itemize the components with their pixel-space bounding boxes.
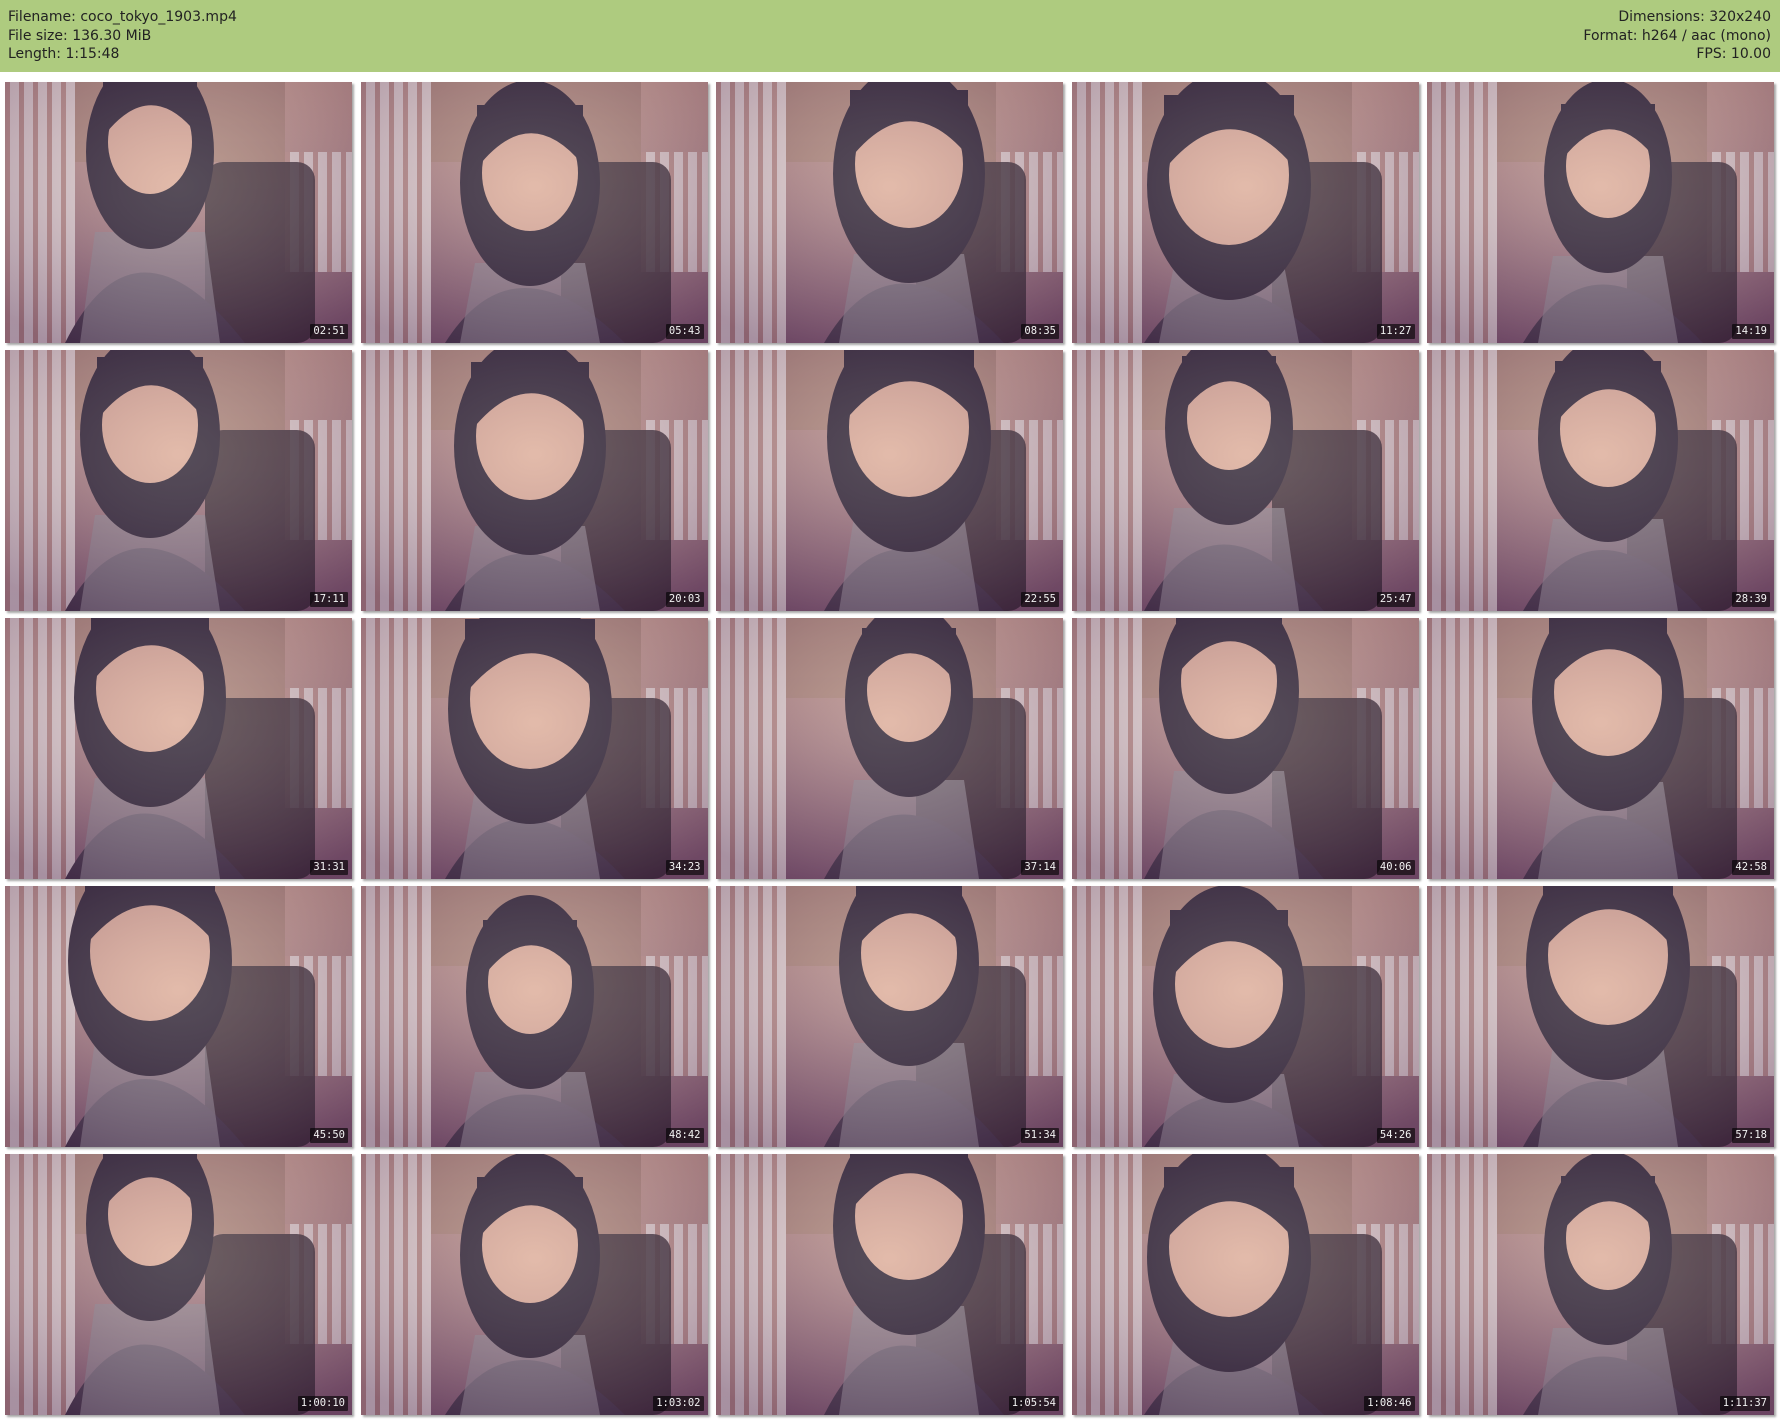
timestamp-label: 42:58 bbox=[1732, 860, 1770, 875]
timestamp-label: 02:51 bbox=[310, 324, 348, 339]
frame-image bbox=[1071, 618, 1419, 879]
video-thumbnail[interactable]: 51:34 bbox=[716, 886, 1063, 1147]
timestamp-label: 28:39 bbox=[1732, 592, 1770, 607]
timestamp-label: 51:34 bbox=[1021, 1128, 1059, 1143]
filename-value: coco_tokyo_1903.mp4 bbox=[80, 9, 237, 25]
video-thumbnail[interactable]: 48:42 bbox=[360, 886, 708, 1147]
timestamp-label: 14:19 bbox=[1732, 324, 1770, 339]
timestamp-label: 1:11:37 bbox=[1719, 1396, 1770, 1411]
frame-image bbox=[716, 618, 1063, 879]
video-thumbnail[interactable]: 42:58 bbox=[1427, 618, 1774, 879]
length-value: 1:15:48 bbox=[65, 46, 120, 63]
frame-image bbox=[1071, 1154, 1419, 1415]
video-thumbnail[interactable]: 22:55 bbox=[716, 350, 1063, 611]
filename-row: Filename: coco_tokyo_1903.mp4 bbox=[8, 9, 237, 25]
video-thumbnail[interactable]: 08:35 bbox=[716, 82, 1063, 343]
thumbnail-grid: 02:51 05:43 08:35 11:27 14:19 17:11 20:03 22:55… bbox=[5, 82, 1774, 1415]
video-thumbnail[interactable]: 14:19 bbox=[1427, 82, 1774, 343]
frame-image bbox=[1071, 886, 1419, 1147]
timestamp-label: 25:47 bbox=[1376, 592, 1415, 607]
frame-image bbox=[716, 886, 1063, 1147]
video-thumbnail[interactable]: 40:06 bbox=[1071, 618, 1419, 879]
frame-image bbox=[1427, 350, 1774, 611]
timestamp-label: 22:55 bbox=[1021, 592, 1059, 607]
frame-image bbox=[360, 886, 708, 1147]
format-row: Format: h264 / aac (mono) bbox=[1583, 27, 1771, 44]
frame-image bbox=[716, 82, 1063, 343]
frame-image bbox=[5, 618, 352, 879]
filesize-value: 136.30 MiB bbox=[72, 27, 152, 44]
filesize-row: File size: 136.30 MiB bbox=[8, 27, 152, 44]
video-thumbnail[interactable]: 28:39 bbox=[1427, 350, 1774, 611]
timestamp-label: 1:08:46 bbox=[1364, 1396, 1415, 1411]
video-thumbnail[interactable]: 02:51 bbox=[5, 82, 352, 343]
frame-image bbox=[1427, 886, 1774, 1147]
timestamp-label: 34:23 bbox=[665, 860, 704, 875]
frame-image bbox=[5, 350, 352, 611]
video-thumbnail[interactable]: 17:11 bbox=[5, 350, 352, 611]
frame-image bbox=[360, 1154, 708, 1415]
dimensions-value: 320x240 bbox=[1709, 9, 1771, 25]
length-row: Length: 1:15:48 bbox=[8, 46, 120, 63]
timestamp-label: 08:35 bbox=[1021, 324, 1059, 339]
timestamp-label: 11:27 bbox=[1376, 324, 1415, 339]
timestamp-label: 45:50 bbox=[310, 1128, 348, 1143]
video-thumbnail[interactable]: 57:18 bbox=[1427, 886, 1774, 1147]
timestamp-label: 1:05:54 bbox=[1008, 1396, 1059, 1411]
timestamp-label: 37:14 bbox=[1021, 860, 1059, 875]
video-thumbnail[interactable]: 54:26 bbox=[1071, 886, 1419, 1147]
timestamp-label: 57:18 bbox=[1732, 1128, 1770, 1143]
frame-image bbox=[360, 350, 708, 611]
frame-image bbox=[716, 1154, 1063, 1415]
timestamp-label: 17:11 bbox=[310, 592, 348, 607]
frame-image bbox=[360, 82, 708, 343]
frame-image bbox=[1427, 618, 1774, 879]
frame-image bbox=[360, 618, 708, 879]
video-thumbnail[interactable]: 1:11:37 bbox=[1427, 1154, 1774, 1415]
video-thumbnail[interactable]: 1:05:54 bbox=[716, 1154, 1063, 1415]
fps-row: FPS: 10.00 bbox=[1696, 46, 1771, 63]
stream-info: Dimensions: 320x240 Format: h264 / aac (… bbox=[1583, 8, 1771, 64]
dimensions-row: Dimensions: 320x240 bbox=[1618, 9, 1771, 25]
info-header: Filename: coco_tokyo_1903.mp4 File size:… bbox=[0, 0, 1780, 72]
timestamp-label: 31:31 bbox=[310, 860, 348, 875]
video-thumbnail[interactable]: 05:43 bbox=[360, 82, 708, 343]
file-info: Filename: coco_tokyo_1903.mp4 File size:… bbox=[8, 8, 237, 64]
frame-image bbox=[5, 82, 352, 343]
video-thumbnail[interactable]: 25:47 bbox=[1071, 350, 1419, 611]
video-thumbnail[interactable]: 31:31 bbox=[5, 618, 352, 879]
fps-value: 10.00 bbox=[1730, 46, 1771, 63]
timestamp-label: 54:26 bbox=[1376, 1128, 1415, 1143]
frame-image bbox=[5, 886, 352, 1147]
video-thumbnail[interactable]: 34:23 bbox=[360, 618, 708, 879]
format-value: h264 / aac (mono) bbox=[1641, 27, 1771, 44]
timestamp-label: 40:06 bbox=[1376, 860, 1415, 875]
video-thumbnail[interactable]: 37:14 bbox=[716, 618, 1063, 879]
video-thumbnail[interactable]: 1:00:10 bbox=[5, 1154, 352, 1415]
frame-image bbox=[716, 350, 1063, 611]
video-thumbnail[interactable]: 1:03:02 bbox=[360, 1154, 708, 1415]
video-thumbnail[interactable]: 20:03 bbox=[360, 350, 708, 611]
timestamp-label: 05:43 bbox=[665, 324, 704, 339]
frame-image bbox=[1071, 350, 1419, 611]
frame-image bbox=[5, 1154, 352, 1415]
timestamp-label: 1:03:02 bbox=[653, 1396, 704, 1411]
video-thumbnail[interactable]: 11:27 bbox=[1071, 82, 1419, 343]
video-thumbnail[interactable]: 1:08:46 bbox=[1071, 1154, 1419, 1415]
frame-image bbox=[1071, 82, 1419, 343]
timestamp-label: 20:03 bbox=[665, 592, 704, 607]
timestamp-label: 48:42 bbox=[665, 1128, 704, 1143]
video-thumbnail[interactable]: 45:50 bbox=[5, 886, 352, 1147]
frame-image bbox=[1427, 1154, 1774, 1415]
timestamp-label: 1:00:10 bbox=[297, 1396, 348, 1411]
frame-image bbox=[1427, 82, 1774, 343]
